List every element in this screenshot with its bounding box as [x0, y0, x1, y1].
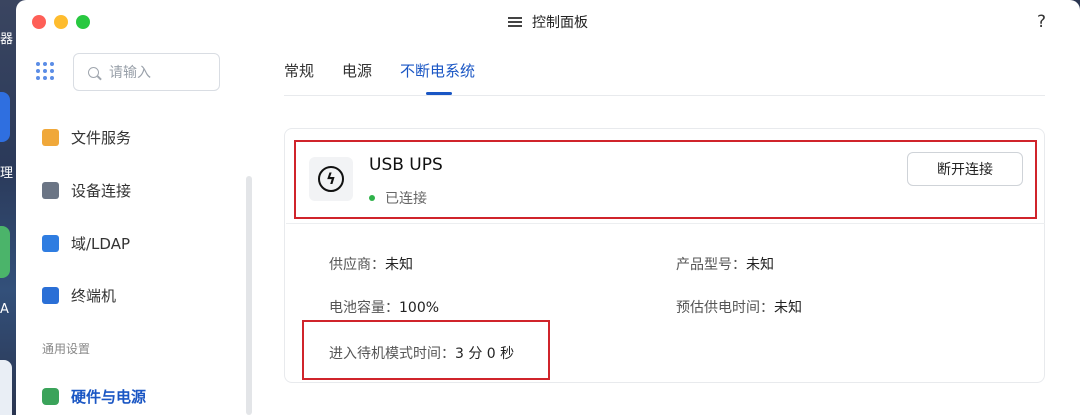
- runtime-field: 预估供电时间：未知: [676, 297, 802, 317]
- runtime-value: 未知: [774, 300, 802, 316]
- card-divider: [286, 223, 1045, 224]
- window-title-group: 控制面板: [508, 12, 588, 32]
- sidebar-item-label: 文件服务: [71, 129, 132, 147]
- window-title: 控制面板: [532, 15, 588, 31]
- folder-icon: [42, 129, 59, 146]
- search-input[interactable]: 请输入: [73, 53, 220, 91]
- sidebar-item-label: 设备连接: [71, 182, 132, 200]
- sidebar-item-hardware-power[interactable]: 硬件与电源: [42, 386, 146, 407]
- tab-general[interactable]: 常规: [284, 60, 314, 95]
- terminal-icon: [42, 287, 59, 304]
- desktop-text-fragment: A: [0, 302, 9, 317]
- maximize-button[interactable]: [76, 15, 90, 29]
- title-bar: 控制面板 ?: [16, 0, 1080, 44]
- tab-ups[interactable]: 不断电系统: [400, 60, 475, 95]
- tab-power[interactable]: 电源: [342, 60, 372, 95]
- tab-divider: [284, 95, 1045, 96]
- help-button[interactable]: ?: [1037, 12, 1046, 32]
- sidebar-item-domain-ldap[interactable]: 域/LDAP: [42, 233, 130, 254]
- window-controls: [32, 15, 90, 29]
- desktop-text-fragment: 器: [0, 32, 14, 47]
- battery-capacity-field: 电池容量：100%: [329, 297, 439, 317]
- sidebar-item-terminal[interactable]: 终端机: [42, 285, 116, 306]
- desktop-app-icon[interactable]: [0, 226, 10, 278]
- desktop-app-icon[interactable]: [0, 360, 12, 415]
- battery-capacity-value: 100%: [399, 300, 440, 316]
- sliders-icon: [508, 16, 522, 28]
- highlight-box-ups-header: [294, 140, 1037, 219]
- device-icon: [42, 182, 59, 199]
- sidebar-item-device-connection[interactable]: 设备连接: [42, 180, 131, 201]
- sidebar-item-label: 域/LDAP: [71, 235, 131, 253]
- sidebar-scrollbar[interactable]: [246, 176, 252, 415]
- sidebar-item-label: 终端机: [71, 287, 117, 305]
- domain-icon: [42, 235, 59, 252]
- battery-capacity-label: 电池容量：: [329, 300, 399, 316]
- close-button[interactable]: [32, 15, 46, 29]
- vendor-field: 供应商：未知: [329, 254, 413, 274]
- search-icon: [88, 66, 99, 78]
- desktop-app-icon[interactable]: [0, 92, 10, 142]
- model-field: 产品型号：未知: [676, 254, 774, 274]
- desktop-text-fragment: 理: [0, 166, 14, 181]
- model-value: 未知: [746, 257, 774, 273]
- battery-icon: [42, 388, 59, 405]
- tab-bar: 常规 电源 不断电系统: [284, 60, 475, 95]
- sidebar-item-file-services[interactable]: 文件服务: [42, 127, 131, 148]
- sidebar-group-label: 通用设置: [42, 342, 91, 356]
- highlight-box-standby: [302, 320, 550, 380]
- vendor-label: 供应商：: [329, 257, 385, 273]
- sidebar: 请输入 文件服务 设备连接 域/LDAP 终端机 通用设置 硬件与电源: [16, 44, 256, 415]
- sidebar-item-label: 硬件与电源: [71, 388, 147, 406]
- search-placeholder: 请输入: [109, 65, 151, 81]
- minimize-button[interactable]: [54, 15, 68, 29]
- model-label: 产品型号：: [676, 257, 746, 273]
- app-grid-icon[interactable]: [36, 62, 54, 80]
- vendor-value: 未知: [385, 257, 413, 273]
- runtime-label: 预估供电时间：: [676, 300, 774, 316]
